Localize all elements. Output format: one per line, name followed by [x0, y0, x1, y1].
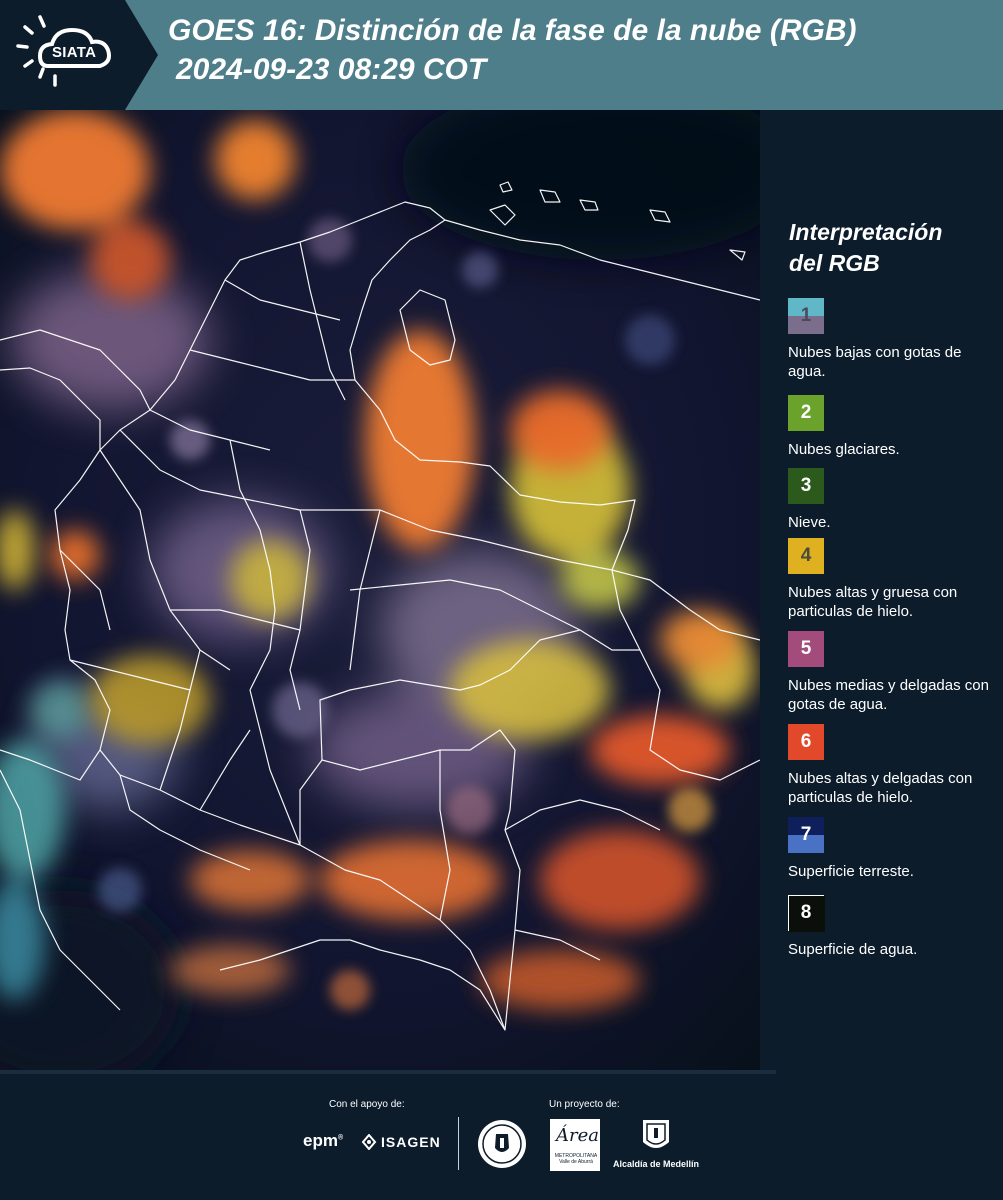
- siata-brand-text: SIATA: [52, 44, 97, 61]
- university-seal-icon: [478, 1120, 526, 1168]
- epm-logo-text: epm: [303, 1131, 338, 1150]
- legend-swatch: 3: [788, 468, 824, 504]
- legend-label: Superficie terreste.: [788, 863, 914, 880]
- legend-panel: Interpretación del RGB 1 Nubes bajas con…: [760, 110, 1003, 1070]
- legend-swatch: 7: [788, 817, 824, 853]
- legend-number: 8: [800, 902, 812, 923]
- legend-swatch: 5: [788, 631, 824, 667]
- alcaldia-text: Alcaldía de Medellín: [613, 1159, 700, 1169]
- legend-item: 5 Nubes medias y delgadas con gotas de a…: [788, 631, 1003, 714]
- legend-item: 2 Nubes glaciares.: [788, 395, 1003, 459]
- legend-label: Nubes altas y delgadas con particulas de…: [788, 770, 973, 806]
- medellin-coat-of-arms-icon: [643, 1120, 669, 1148]
- legend-title: Interpretación del RGB: [789, 217, 989, 279]
- area-metropolitana-logo: Área METROPOLITANA Valle de Aburrá: [550, 1119, 600, 1171]
- area-logo-subtitle: METROPOLITANA Valle de Aburrá: [554, 1153, 598, 1165]
- legend-title-line2: del RGB: [789, 250, 880, 276]
- isagen-logo-text: ISAGEN: [381, 1134, 441, 1150]
- legend-item: 6 Nubes altas y delgadas con particulas …: [788, 724, 1003, 807]
- legend-label: Superficie de agua.: [788, 941, 918, 958]
- legend-label: Nubes altas y gruesa con particulas de h…: [788, 584, 958, 620]
- header: SIATA GOES 16: Distinción de la fase de …: [0, 0, 1003, 110]
- legend-item: 8 Superficie de agua.: [788, 895, 1003, 959]
- legend-label: Nubes glaciares.: [788, 441, 900, 458]
- support-caption: Con el apoyo de:: [329, 1099, 405, 1110]
- legend-item: 3 Nieve.: [788, 468, 1003, 532]
- legend-number: 2: [800, 402, 812, 423]
- page-title: GOES 16: Distinción de la fase de la nub…: [168, 14, 857, 47]
- legend-swatch: 8: [788, 895, 825, 932]
- epm-logo: epm®: [303, 1131, 344, 1150]
- isagen-logo: ISAGEN: [361, 1131, 441, 1153]
- legend-number: 4: [800, 545, 812, 566]
- legend-swatch: 1: [788, 298, 824, 334]
- legend-number: 7: [800, 824, 812, 845]
- footer-divider: [458, 1117, 459, 1170]
- isagen-icon: [361, 1134, 377, 1150]
- legend-item: 4 Nubes altas y gruesa con particulas de…: [788, 538, 1003, 621]
- legend-item: 7 Superficie terreste.: [788, 817, 1003, 881]
- legend-swatch: 2: [788, 395, 824, 431]
- legend-item: 1 Nubes bajas con gotas de agua.: [788, 298, 1003, 381]
- area-logo-script: Área: [556, 1125, 599, 1146]
- legend-swatch: 4: [788, 538, 824, 574]
- legend-number: 1: [800, 305, 812, 326]
- legend-label: Nubes bajas con gotas de agua.: [788, 344, 962, 380]
- legend-number: 5: [800, 638, 812, 659]
- page-timestamp: 2024-09-23 08:29 COT: [176, 53, 487, 86]
- legend-label: Nubes medias y delgadas con gotas de agu…: [788, 677, 989, 713]
- legend-label: Nieve.: [788, 514, 831, 531]
- siata-logo: SIATA: [0, 0, 158, 110]
- legend-number: 3: [800, 475, 812, 496]
- footer: Con el apoyo de: Un proyecto de: epm® IS…: [0, 1070, 1003, 1200]
- project-caption: Un proyecto de:: [549, 1099, 620, 1110]
- legend-swatch: 6: [788, 724, 824, 760]
- satellite-image: [0, 110, 760, 1070]
- legend-title-line1: Interpretación: [789, 219, 943, 245]
- footer-divider-band: [0, 1070, 776, 1074]
- legend-number: 6: [800, 731, 812, 752]
